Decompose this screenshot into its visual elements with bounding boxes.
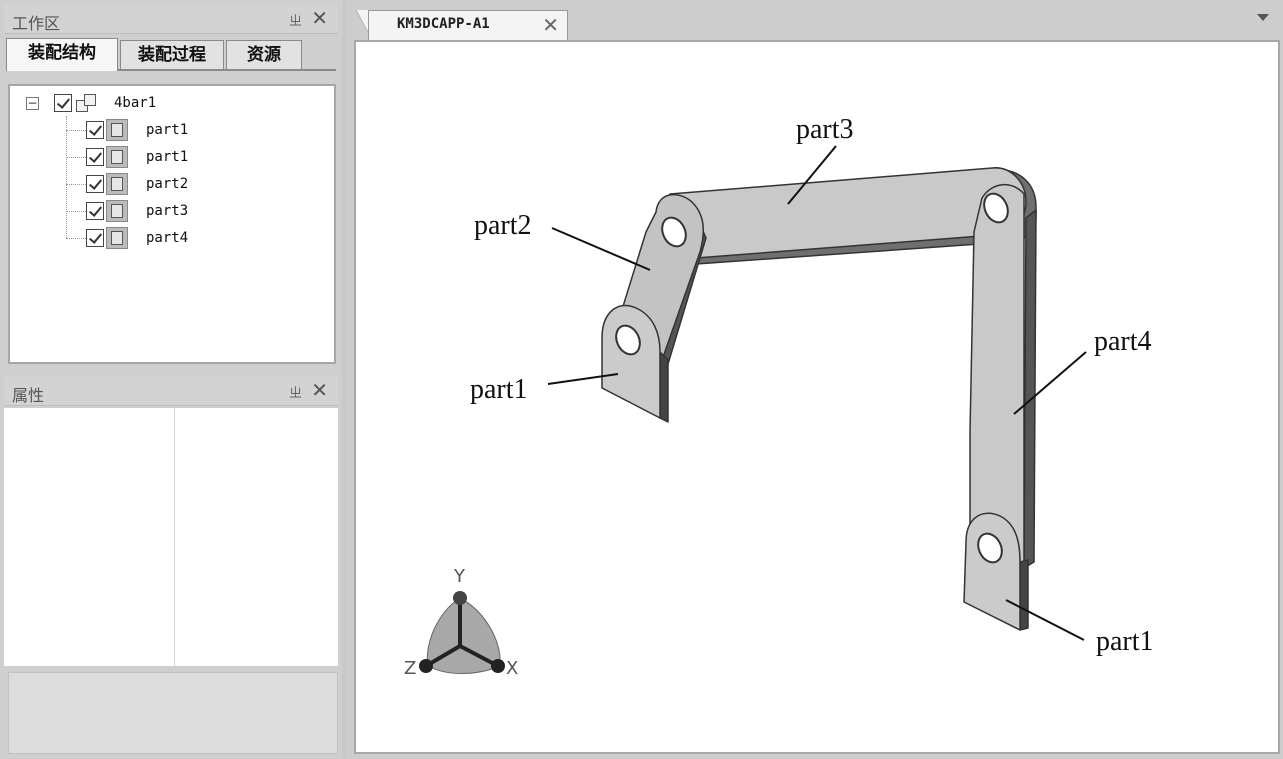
part-icon bbox=[106, 173, 128, 195]
tab-resources[interactable]: 资源 bbox=[226, 40, 302, 70]
tree-connector bbox=[66, 238, 86, 239]
doc-tab-km3dcapp[interactable]: KM3DCAPP-A1 ✕ bbox=[368, 10, 568, 40]
properties-grid[interactable] bbox=[4, 408, 338, 666]
left-dock: 工作区 ㄓ ✕ 装配结构 装配过程 资源 − 4bar1 part1 part1… bbox=[0, 0, 342, 759]
properties-column-divider[interactable] bbox=[174, 408, 175, 666]
tree-item-label: part4 bbox=[146, 230, 189, 246]
tree-root-label: 4bar1 bbox=[114, 95, 157, 111]
visibility-checkbox[interactable] bbox=[86, 202, 104, 220]
tree-connector bbox=[66, 157, 86, 158]
tree-connector bbox=[66, 130, 86, 131]
property-description-pane bbox=[8, 672, 338, 754]
tree-item-label: part1 bbox=[146, 149, 189, 165]
tree-item-part3[interactable]: part3 bbox=[86, 200, 188, 222]
pin-icon[interactable]: ㄓ bbox=[289, 10, 302, 29]
part-icon bbox=[106, 146, 128, 168]
tree-connector bbox=[66, 184, 86, 185]
tab-assembly-process[interactable]: 装配过程 bbox=[120, 40, 224, 70]
visibility-checkbox[interactable] bbox=[86, 121, 104, 139]
tree-connector bbox=[66, 211, 86, 212]
part-icon bbox=[106, 200, 128, 222]
label-part4: part4 bbox=[1094, 326, 1152, 357]
label-part1-right: part1 bbox=[1096, 626, 1154, 657]
close-icon[interactable]: ✕ bbox=[311, 6, 328, 30]
3d-viewport[interactable]: part3 part2 part1 part4 part1 Y Z X bbox=[354, 40, 1280, 754]
part4-face bbox=[969, 184, 1025, 569]
axis-label-x: X bbox=[506, 658, 518, 679]
tab-assembly-structure[interactable]: 装配结构 bbox=[6, 38, 118, 71]
workspace-tabs: 装配结构 装配过程 资源 bbox=[6, 38, 336, 71]
part-icon bbox=[106, 119, 128, 141]
properties-header: 属性 ㄓ ✕ bbox=[4, 376, 338, 406]
close-icon[interactable]: ✕ bbox=[311, 378, 328, 402]
tree-item-label: part2 bbox=[146, 176, 189, 192]
tree-item-label: part3 bbox=[146, 203, 189, 219]
visibility-checkbox[interactable] bbox=[86, 229, 104, 247]
close-icon[interactable]: ✕ bbox=[542, 14, 559, 36]
workspace-header: 工作区 ㄓ ✕ bbox=[4, 4, 338, 34]
part1-left-face bbox=[601, 304, 661, 419]
tree-item-part2[interactable]: part2 bbox=[86, 173, 188, 195]
assembly-tree: − 4bar1 part1 part1 part2 part3 part4 bbox=[8, 84, 336, 364]
part-icon bbox=[106, 227, 128, 249]
axis-label-z: Z bbox=[404, 658, 416, 679]
tree-connector bbox=[66, 116, 67, 238]
label-part1-left: part1 bbox=[470, 374, 528, 405]
doc-tab-label: KM3DCAPP-A1 bbox=[397, 16, 490, 32]
part1-right-edge bbox=[1019, 559, 1029, 631]
orientation-triad-icon: Y Z X bbox=[404, 566, 518, 679]
assembly-icon bbox=[74, 92, 100, 114]
visibility-checkbox[interactable] bbox=[54, 94, 72, 112]
tree-item-part4[interactable]: part4 bbox=[86, 227, 188, 249]
model-view: part3 part2 part1 part4 part1 Y Z X bbox=[404, 114, 1154, 679]
chevron-down-icon[interactable] bbox=[1257, 14, 1269, 21]
visibility-checkbox[interactable] bbox=[86, 148, 104, 166]
part1-right-face bbox=[963, 512, 1021, 631]
pin-icon[interactable]: ㄓ bbox=[289, 382, 302, 401]
leader-part2 bbox=[551, 227, 651, 271]
properties-title: 属性 bbox=[12, 386, 45, 405]
label-part3: part3 bbox=[796, 114, 854, 145]
document-area: KM3DCAPP-A1 ✕ part3 part2 part1 part4 pa… bbox=[346, 0, 1283, 759]
part4-edge bbox=[1023, 209, 1037, 569]
tree-root-row[interactable]: 4bar1 bbox=[54, 92, 156, 114]
collapse-toggle[interactable]: − bbox=[26, 97, 39, 110]
workspace-title: 工作区 bbox=[12, 14, 61, 33]
visibility-checkbox[interactable] bbox=[86, 175, 104, 193]
tree-item-part1[interactable]: part1 bbox=[86, 146, 188, 168]
tree-item-part1[interactable]: part1 bbox=[86, 119, 188, 141]
label-part2: part2 bbox=[474, 210, 532, 241]
tree-item-label: part1 bbox=[146, 122, 189, 138]
part1-left-edge bbox=[659, 351, 669, 423]
axis-label-y: Y bbox=[453, 566, 466, 587]
